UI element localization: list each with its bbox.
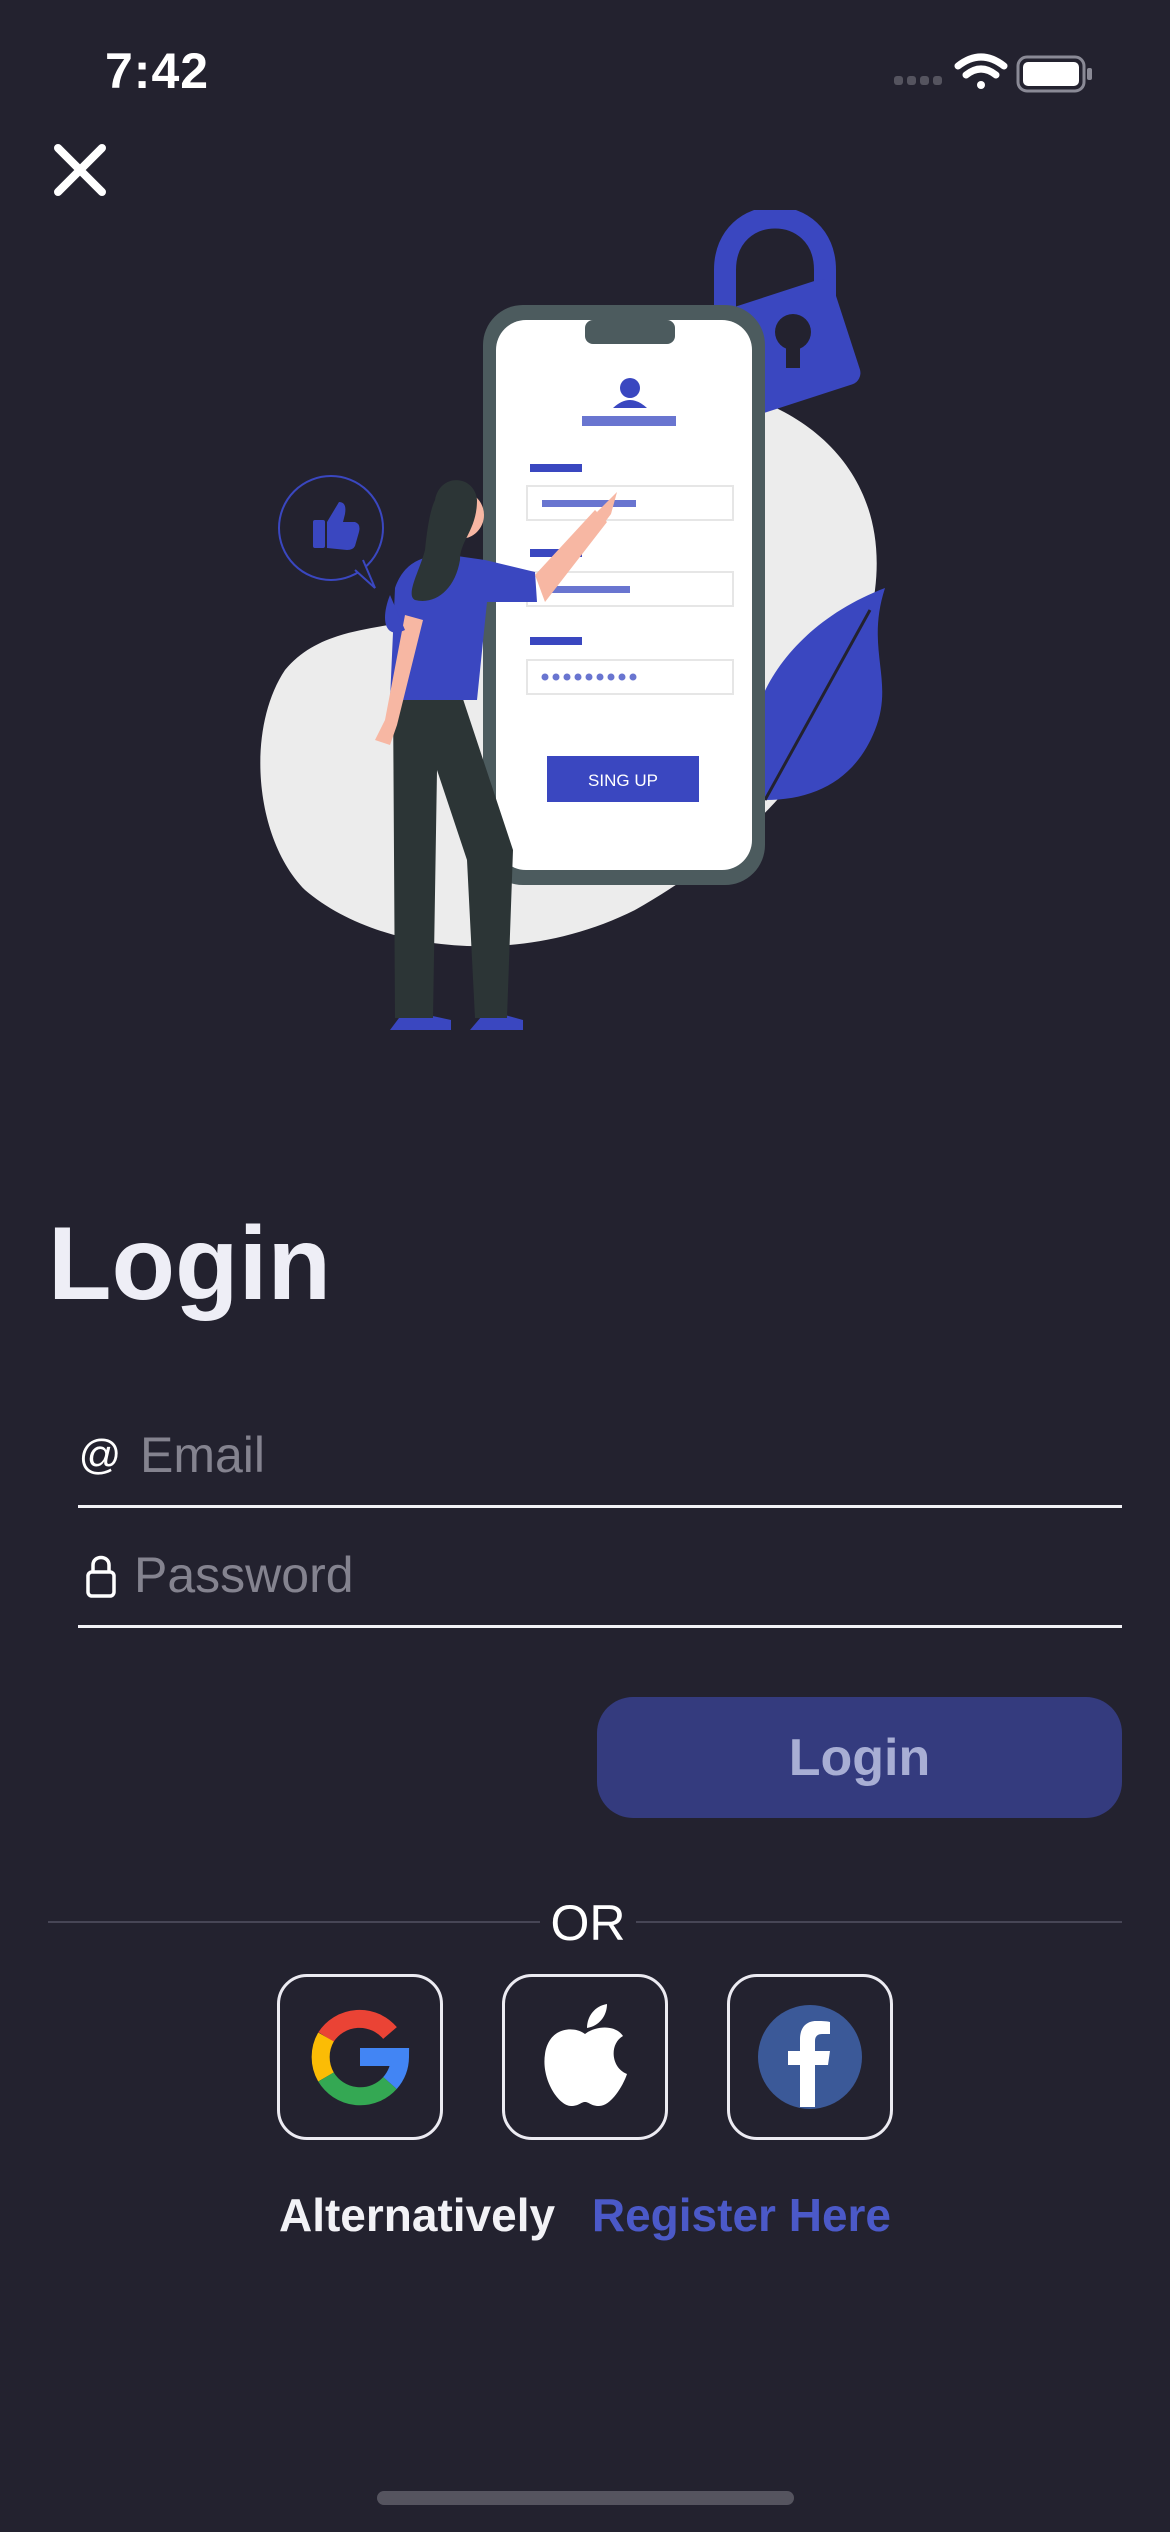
home-indicator bbox=[377, 2491, 794, 2505]
svg-text:@: @ bbox=[79, 1431, 122, 1478]
battery-icon bbox=[1016, 55, 1092, 93]
divider-line-right bbox=[636, 1921, 1122, 1923]
password-input[interactable] bbox=[134, 1535, 1110, 1615]
illustration-signup-label: SING UP bbox=[588, 771, 658, 790]
close-icon bbox=[54, 144, 106, 196]
facebook-icon bbox=[758, 2005, 862, 2109]
signal-icon bbox=[894, 76, 942, 85]
google-icon bbox=[311, 2009, 410, 2106]
thumbs-up-bubble bbox=[278, 475, 384, 589]
facebook-login-button[interactable] bbox=[727, 1974, 893, 2140]
at-icon: @ bbox=[78, 1423, 122, 1487]
divider-line-left bbox=[48, 1921, 540, 1923]
thumbs-up-icon bbox=[313, 502, 360, 550]
apple-icon bbox=[544, 2004, 627, 2106]
lock-icon bbox=[78, 1543, 122, 1607]
signup-illustration: SING UP bbox=[255, 206, 895, 1040]
status-time: 7:42 bbox=[105, 43, 210, 99]
close-button[interactable] bbox=[48, 138, 112, 202]
or-divider-text: OR bbox=[550, 1895, 626, 1951]
register-prompt: Alternatively Register Here bbox=[0, 2188, 1170, 2242]
page-title: Login bbox=[48, 1206, 332, 1322]
google-login-button[interactable] bbox=[277, 1974, 443, 2140]
status-icons bbox=[894, 52, 1114, 96]
password-field[interactable] bbox=[78, 1525, 1122, 1628]
email-field[interactable]: @ bbox=[78, 1405, 1122, 1508]
register-link[interactable]: Register Here bbox=[592, 2189, 891, 2241]
wifi-icon bbox=[954, 53, 1008, 89]
email-input[interactable] bbox=[140, 1415, 1110, 1495]
apple-login-button[interactable] bbox=[502, 1974, 668, 2140]
alternatively-text: Alternatively bbox=[278, 2189, 556, 2241]
status-bar: 7:42 bbox=[0, 0, 1170, 150]
login-button[interactable]: Login bbox=[597, 1697, 1122, 1818]
